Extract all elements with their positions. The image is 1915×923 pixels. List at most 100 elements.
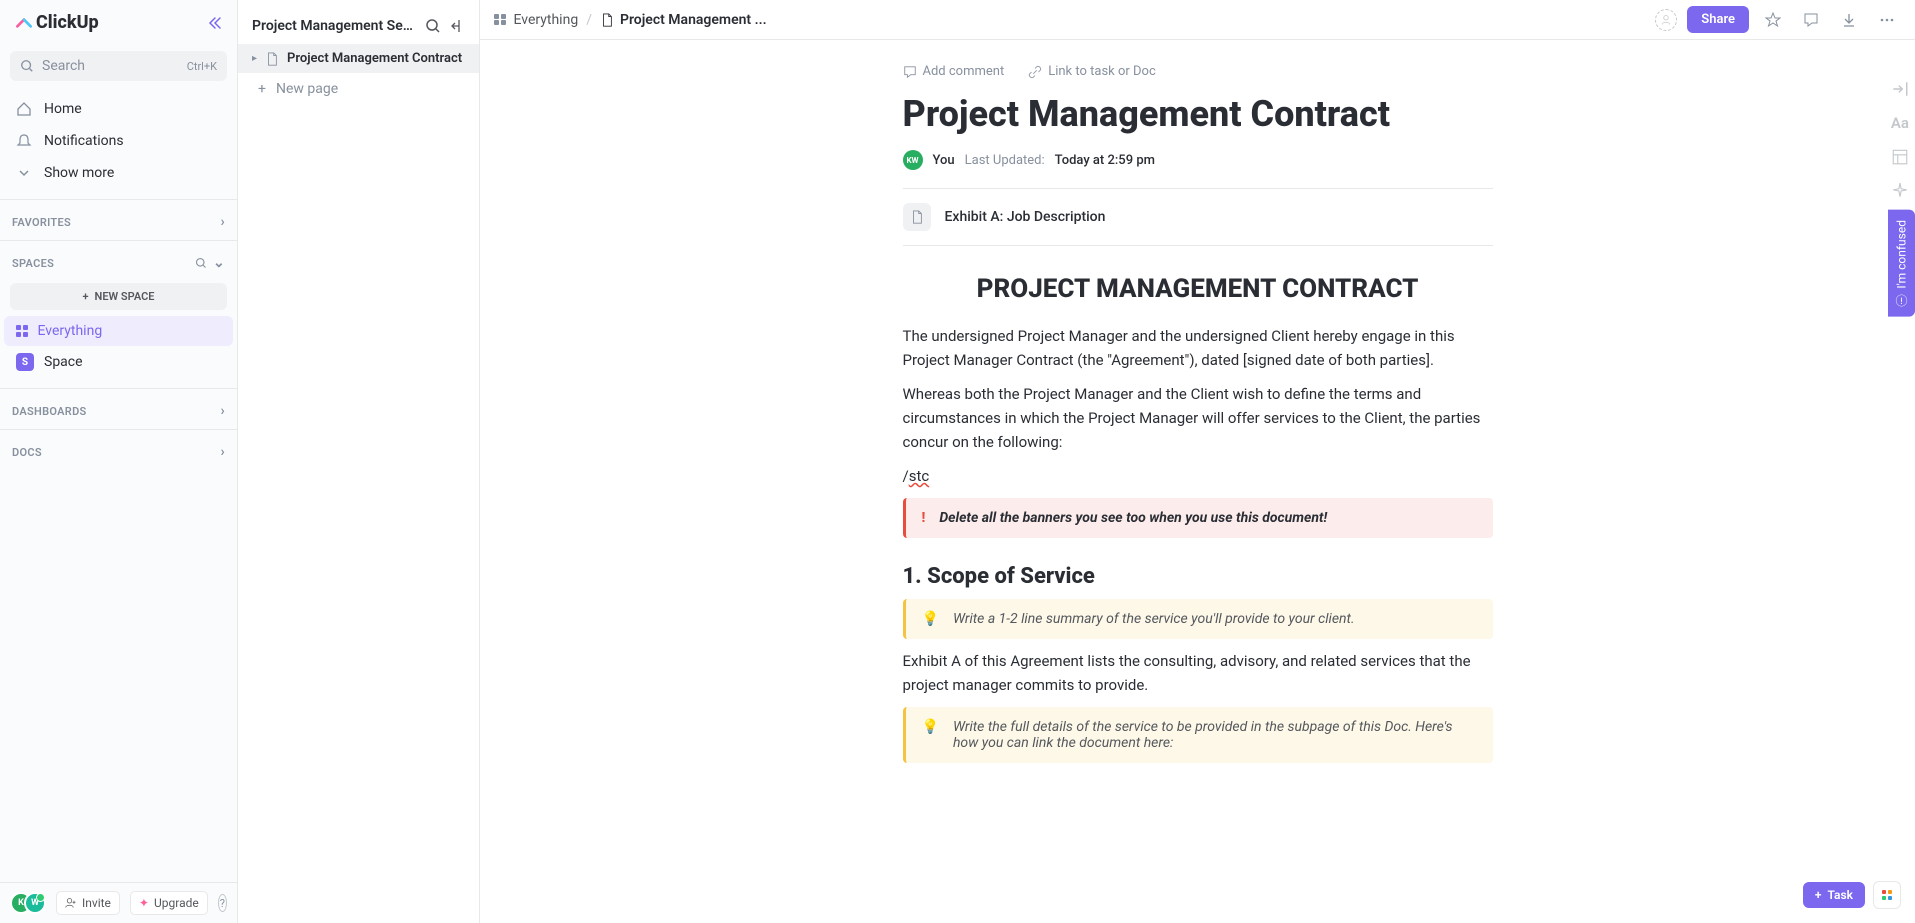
collapse-panel-icon[interactable] bbox=[449, 18, 465, 34]
bulb-icon: 💡 bbox=[922, 611, 939, 627]
section-favorites[interactable]: FAVORITES › bbox=[0, 204, 237, 236]
nav-home-label: Home bbox=[44, 101, 82, 117]
doc-tree-item[interactable]: ▸ Project Management Contract bbox=[238, 44, 479, 73]
template-icon[interactable] bbox=[1891, 148, 1909, 166]
comments-button[interactable] bbox=[1797, 6, 1825, 34]
updated-label: Last Updated: bbox=[965, 153, 1045, 168]
warning-banner[interactable]: ! Delete all the banners you see too whe… bbox=[903, 498, 1493, 538]
bell-icon bbox=[16, 133, 32, 149]
warning-banner-text: Delete all the banners you see too when … bbox=[939, 510, 1327, 526]
document-body: Add comment Link to task or Doc Project … bbox=[903, 40, 1493, 853]
upgrade-button[interactable]: ✦ Upgrade bbox=[130, 891, 208, 915]
chevron-right-icon: › bbox=[220, 403, 225, 419]
doc-subheading[interactable]: 1. Scope of Service bbox=[903, 564, 1493, 589]
space-item[interactable]: S Space bbox=[4, 346, 233, 378]
section-dashboards-label: DASHBOARDS bbox=[12, 405, 87, 418]
grid-icon bbox=[494, 14, 506, 26]
doc-heading[interactable]: PROJECT MANAGEMENT CONTRACT bbox=[903, 274, 1493, 304]
more-button[interactable] bbox=[1873, 6, 1901, 34]
exclamation-icon: ! bbox=[922, 510, 926, 526]
collapse-sidebar-button[interactable] bbox=[207, 15, 223, 31]
left-sidebar: ClickUp Search Ctrl+K Home Notifications bbox=[0, 0, 238, 923]
space-item-label: Space bbox=[44, 354, 83, 370]
breadcrumb-doc[interactable]: Project Management ... bbox=[600, 12, 767, 28]
topbar: Everything / Project Management ... Shar… bbox=[480, 0, 1915, 40]
space-badge: S bbox=[16, 353, 34, 371]
doc-paragraph[interactable]: Exhibit A of this Agreement lists the co… bbox=[903, 649, 1493, 697]
subpage-label: Exhibit A: Job Description bbox=[945, 209, 1106, 225]
assignee-placeholder-button[interactable] bbox=[1655, 9, 1677, 31]
doc-paragraph[interactable]: Whereas both the Project Manager and the… bbox=[903, 382, 1493, 454]
chevron-right-icon: › bbox=[220, 444, 225, 460]
invite-label: Invite bbox=[82, 896, 111, 910]
add-comment-button[interactable]: Add comment bbox=[903, 64, 1005, 79]
doc-paragraph[interactable]: The undersigned Project Manager and the … bbox=[903, 324, 1493, 372]
section-spaces[interactable]: SPACES ⌄ bbox=[0, 245, 237, 277]
comment-icon bbox=[903, 65, 917, 79]
chevron-down-icon[interactable]: ⌄ bbox=[213, 255, 225, 271]
nav-show-more[interactable]: Show more bbox=[0, 157, 237, 189]
feedback-tab[interactable]: ⓘ I'm confused bbox=[1888, 210, 1915, 317]
section-spaces-label: SPACES bbox=[12, 257, 54, 270]
home-icon bbox=[16, 101, 32, 117]
nav-notifications[interactable]: Notifications bbox=[0, 125, 237, 157]
logo-text: ClickUp bbox=[36, 12, 99, 33]
new-space-button[interactable]: + NEW SPACE bbox=[10, 283, 227, 310]
plus-icon: + bbox=[258, 81, 266, 97]
user-avatars[interactable]: K W bbox=[10, 892, 46, 914]
logo[interactable]: ClickUp bbox=[14, 12, 99, 33]
sparkle-icon: ✦ bbox=[139, 896, 149, 910]
breadcrumb: Everything / Project Management ... bbox=[494, 12, 767, 28]
help-button[interactable]: ? bbox=[218, 894, 227, 912]
nav-notifications-label: Notifications bbox=[44, 133, 124, 149]
invite-button[interactable]: Invite bbox=[56, 891, 120, 915]
author-avatar[interactable]: KW bbox=[903, 150, 923, 170]
breadcrumb-root[interactable]: Everything bbox=[514, 12, 579, 28]
doc-meta: KW You Last Updated: Today at 2:59 pm bbox=[903, 150, 1493, 189]
nav-show-more-label: Show more bbox=[44, 165, 114, 181]
new-space-label: NEW SPACE bbox=[95, 290, 155, 303]
bulb-icon: 💡 bbox=[922, 719, 939, 735]
apps-button[interactable] bbox=[1873, 881, 1901, 909]
main-area: Everything / Project Management ... Shar… bbox=[480, 0, 1915, 923]
section-dashboards[interactable]: DASHBOARDS › bbox=[0, 393, 237, 425]
document-icon bbox=[265, 52, 279, 66]
tip-banner[interactable]: 💡 Write the full details of the service … bbox=[903, 707, 1493, 763]
subpage-link[interactable]: Exhibit A: Job Description bbox=[903, 189, 1493, 246]
new-task-button[interactable]: + Task bbox=[1803, 882, 1865, 908]
updated-value: Today at 2:59 pm bbox=[1055, 153, 1155, 168]
task-btn-label: Task bbox=[1828, 888, 1854, 902]
search-icon bbox=[20, 59, 34, 73]
sidebar-footer: K W Invite ✦ Upgrade ? bbox=[0, 882, 237, 923]
doc-tree-label: Project Management Contract bbox=[287, 51, 462, 66]
typography-icon[interactable]: Aa bbox=[1891, 114, 1909, 132]
section-docs-label: DOCS bbox=[12, 446, 42, 459]
doc-title[interactable]: Project Management Contract bbox=[903, 93, 1493, 136]
tip-banner[interactable]: 💡 Write a 1-2 line summary of the servic… bbox=[903, 599, 1493, 639]
search-icon[interactable] bbox=[425, 18, 441, 34]
apps-icon bbox=[1882, 890, 1892, 900]
space-everything[interactable]: Everything bbox=[4, 316, 233, 346]
slash-command-text[interactable]: /stc bbox=[903, 464, 1493, 488]
clickup-logo-icon bbox=[14, 13, 34, 33]
section-docs[interactable]: DOCS › bbox=[0, 434, 237, 466]
link-task-button[interactable]: Link to task or Doc bbox=[1028, 64, 1156, 79]
sparkle-icon[interactable] bbox=[1891, 182, 1909, 200]
search-icon[interactable] bbox=[195, 257, 207, 269]
link-icon bbox=[1028, 65, 1042, 79]
doc-panel-title[interactable]: Project Management Services Co... bbox=[252, 18, 417, 34]
new-page-button[interactable]: + New page bbox=[238, 73, 479, 105]
star-icon bbox=[1765, 12, 1781, 28]
feedback-label: I'm confused bbox=[1895, 220, 1909, 289]
expand-icon[interactable] bbox=[1891, 80, 1909, 98]
doc-outline-panel: Project Management Services Co... ▸ Proj… bbox=[238, 0, 480, 923]
share-button[interactable]: Share bbox=[1687, 6, 1749, 33]
tip-banner-text: Write the full details of the service to… bbox=[953, 719, 1477, 751]
nav-home[interactable]: Home bbox=[0, 93, 237, 125]
breadcrumb-separator: / bbox=[586, 12, 592, 28]
search-input[interactable]: Search Ctrl+K bbox=[10, 51, 227, 81]
document-icon bbox=[903, 203, 931, 231]
favorite-button[interactable] bbox=[1759, 6, 1787, 34]
download-button[interactable] bbox=[1835, 6, 1863, 34]
upgrade-label: Upgrade bbox=[154, 896, 199, 910]
